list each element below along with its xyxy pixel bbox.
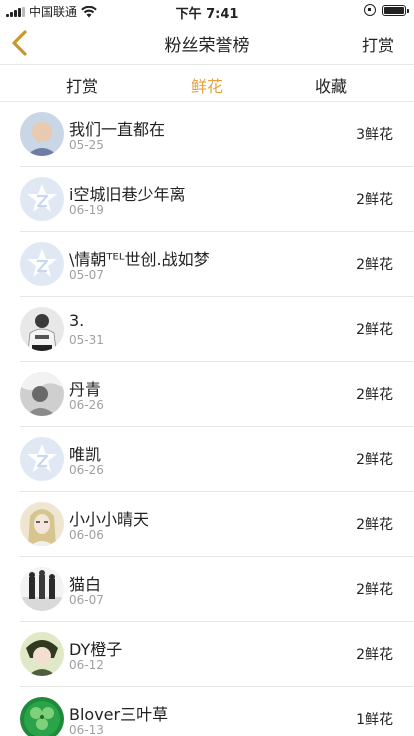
flower-count: 2鲜花 <box>356 387 393 403</box>
page-title: 粉丝荣誉榜 <box>164 36 250 56</box>
list-item[interactable]: 3. 05-31 2鲜花 <box>20 297 414 362</box>
avatar <box>20 567 64 611</box>
avatar <box>20 112 64 156</box>
back-chevron-icon[interactable] <box>8 28 32 58</box>
list-item[interactable]: i空城旧巷少年离 06-19 2鲜花 <box>20 167 414 232</box>
fan-name: 我们一直都在 <box>69 120 166 139</box>
fan-date: 06-07 <box>69 593 104 607</box>
fan-date: 06-12 <box>69 658 104 672</box>
default-avatar-icon <box>20 242 64 286</box>
fan-list: 我们一直都在 05-25 3鲜花 i空城旧巷少年离 06-19 2鲜花 \情朝ᵀ… <box>0 102 414 736</box>
flower-count: 3鲜花 <box>356 127 393 143</box>
nav-bar: 粉丝荣誉榜 打赏 <box>0 22 414 64</box>
fan-name: i空城旧巷少年离 <box>69 185 186 204</box>
flower-count: 1鲜花 <box>356 712 393 728</box>
list-item[interactable]: 我们一直都在 05-25 3鲜花 <box>20 102 414 167</box>
avatar <box>20 502 64 546</box>
default-avatar-icon <box>20 177 64 221</box>
avatar <box>20 372 64 416</box>
tab-flowers[interactable]: 鲜花 <box>138 73 276 97</box>
fan-date: 06-06 <box>69 528 104 542</box>
list-item[interactable]: \情朝ᵀᴱᴸ世创.战如梦 05-07 2鲜花 <box>20 232 414 297</box>
tab-favorites[interactable]: 收藏 <box>262 73 400 97</box>
fan-name: 3. <box>69 311 85 330</box>
avatar <box>20 307 64 351</box>
fan-date: 06-19 <box>69 203 104 217</box>
default-avatar-icon <box>20 437 64 481</box>
avatar <box>20 632 64 676</box>
orientation-lock-icon <box>364 4 376 16</box>
list-item[interactable]: 小小小晴天 06-06 2鲜花 <box>20 492 414 557</box>
fan-name: 唯凯 <box>69 445 102 464</box>
fan-date: 05-07 <box>69 268 104 282</box>
avatar <box>20 697 64 736</box>
flower-count: 2鲜花 <box>356 322 393 338</box>
list-item[interactable]: 猫白 06-07 2鲜花 <box>20 557 414 622</box>
flower-count: 2鲜花 <box>356 517 393 533</box>
status-bar: 中国联通 下午 7:41 <box>0 0 414 22</box>
flower-count: 2鲜花 <box>356 257 393 273</box>
fan-date: 06-13 <box>69 723 104 736</box>
flower-count: 2鲜花 <box>356 192 393 208</box>
list-item[interactable]: 丹青 06-26 2鲜花 <box>20 362 414 427</box>
tab-tip[interactable]: 打赏 <box>13 73 151 97</box>
fan-name: \情朝ᵀᴱᴸ世创.战如梦 <box>69 250 210 269</box>
tab-bar: 打赏 鲜花 收藏 <box>0 64 414 102</box>
tip-button[interactable]: 打赏 <box>362 32 394 56</box>
fan-date: 06-26 <box>69 398 104 412</box>
battery-icon <box>382 4 409 16</box>
flower-count: 2鲜花 <box>356 582 393 598</box>
fan-date: 06-26 <box>69 463 104 477</box>
list-item[interactable]: Blover三叶草 06-13 1鲜花 <box>20 687 414 736</box>
fan-date: 05-25 <box>69 138 104 152</box>
list-item[interactable]: 唯凯 06-26 2鲜花 <box>20 427 414 492</box>
fan-name: 猫白 <box>69 575 102 594</box>
status-time: 下午 7:41 <box>175 7 239 22</box>
fan-name: Blover三叶草 <box>69 705 169 724</box>
fan-name: 小小小晴天 <box>69 510 150 529</box>
list-item[interactable]: DY橙子 06-12 2鲜花 <box>20 622 414 687</box>
fan-name: 丹青 <box>69 380 102 399</box>
status-right <box>364 4 409 16</box>
flower-count: 2鲜花 <box>356 647 393 663</box>
flower-count: 2鲜花 <box>356 452 393 468</box>
fan-date: 05-31 <box>69 333 104 347</box>
fan-name: DY橙子 <box>69 640 123 659</box>
